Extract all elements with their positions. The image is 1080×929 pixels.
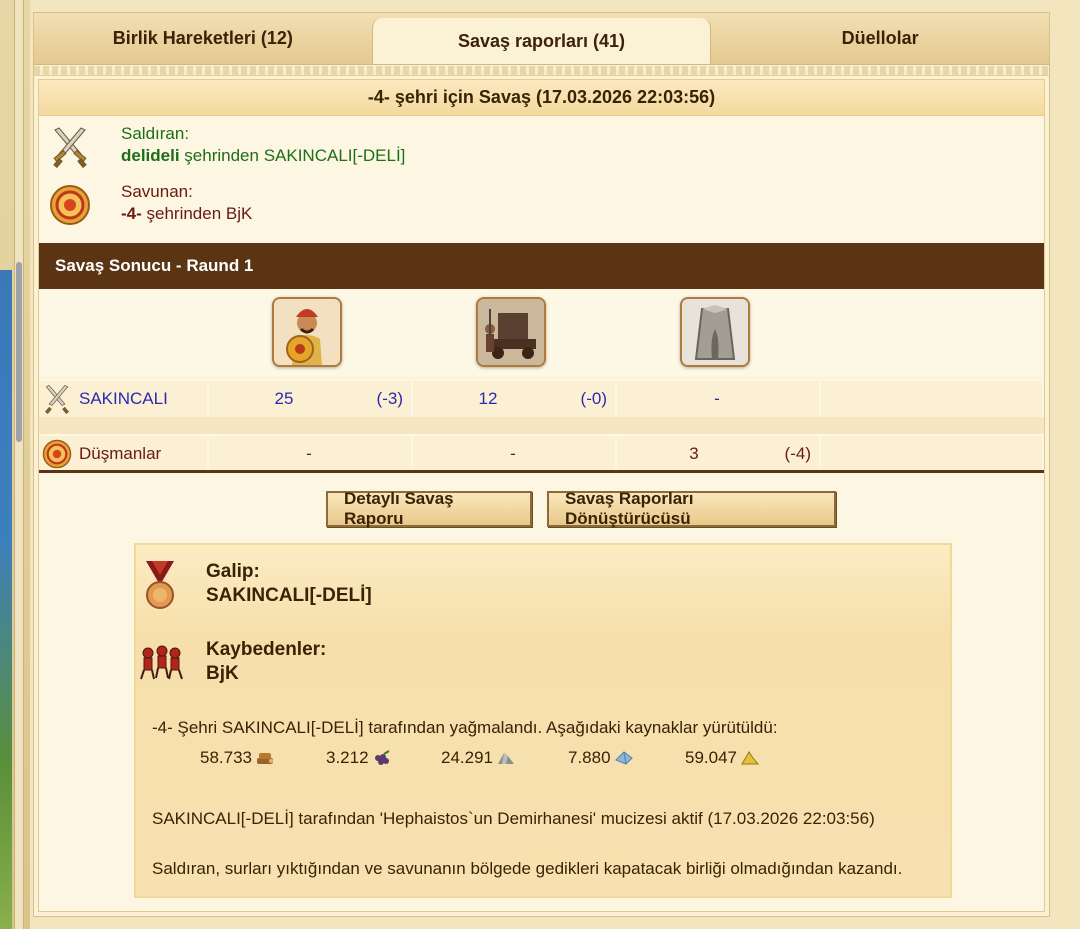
- tab-bar: Birlik Hareketleri (12) Savaş raporları …: [34, 13, 1049, 65]
- resource-value: 58.733: [200, 748, 252, 767]
- resource-marble: 24.291: [441, 748, 516, 768]
- marble-icon: [498, 753, 514, 764]
- battle-summary-box: Galip: SAKINCALI[-DELİ] Kaybedenler: BjK…: [134, 543, 952, 898]
- attacker-city-link[interactable]: delideli: [121, 146, 180, 165]
- victory-reason-text: Saldıran, surları yıktığından ve savunan…: [152, 859, 903, 878]
- enemy-name: Düşmanlar: [79, 444, 162, 463]
- crossed-swords-icon: [53, 127, 87, 168]
- empty-header-cell: [39, 289, 209, 377]
- defender-role-label: Savunan:: [121, 182, 193, 201]
- resource-wine: 3.212: [326, 748, 392, 768]
- wall-unit-icon[interactable]: [680, 297, 750, 367]
- decorative-border: [34, 66, 1049, 76]
- loser-label: Kaybedenler:: [206, 639, 327, 660]
- battle-result-header: Savaş Sonucu - Raund 1: [39, 243, 1044, 289]
- unit-count: -: [510, 444, 516, 463]
- player-unit-1-cell: 25 (-3): [209, 381, 413, 417]
- unit-column-3: [617, 289, 821, 377]
- empty-cell: [821, 381, 1044, 417]
- catapult-unit-icon[interactable]: [476, 297, 546, 367]
- resource-sulfur: 59.047: [685, 748, 760, 768]
- unit-count: 3: [689, 444, 699, 463]
- sulfur-icon: [741, 751, 760, 765]
- empty-unit-column: [821, 289, 1044, 377]
- crystal-icon: [614, 751, 633, 765]
- winner-label: Galip:: [206, 561, 260, 582]
- enemy-unit-3-cell: 3 (-4): [617, 436, 821, 472]
- scrollbar-thumb[interactable]: [16, 262, 22, 442]
- shield-icon: [50, 185, 90, 225]
- unit-column-1: [209, 289, 413, 377]
- medal-icon: [146, 561, 174, 609]
- resource-wood: 58.733: [200, 748, 275, 768]
- unit-icons-row: [39, 289, 1044, 379]
- tab-duels[interactable]: Düellolar: [711, 13, 1049, 64]
- shield-icon: [42, 439, 72, 469]
- player-unit-3-cell: -: [617, 381, 821, 417]
- unit-count: -: [306, 444, 312, 463]
- resource-crystal: 7.880: [568, 748, 634, 768]
- player-units-row: SAKINCALI 25 (-3) 12 (-0) -: [39, 381, 1044, 417]
- wood-icon: [257, 753, 273, 764]
- scrollbar-track[interactable]: [14, 0, 24, 929]
- battle-report-window: Birlik Hareketleri (12) Savaş raporları …: [33, 12, 1050, 917]
- battle-units-table: SAKINCALI 25 (-3) 12 (-0) - Düşmanlar - …: [39, 289, 1044, 472]
- row-spacer: [39, 417, 1044, 434]
- tab-battle-reports[interactable]: Savaş raporları (41): [371, 18, 712, 64]
- defender-city-link[interactable]: -4-: [121, 204, 142, 223]
- detailed-report-button[interactable]: Detaylı Savaş Raporu: [326, 489, 532, 528]
- unit-loss: (-0): [580, 389, 607, 408]
- player-label-cell: SAKINCALI: [39, 381, 209, 417]
- resource-value: 3.212: [326, 748, 369, 767]
- wonder-text: SAKINCALI[-DELİ] tarafından 'Hephaistos`…: [152, 809, 875, 828]
- map-strip: [0, 270, 12, 929]
- grapes-icon: [374, 750, 390, 765]
- table-bottom-border: [39, 470, 1044, 473]
- enemy-label-cell: Düşmanlar: [39, 436, 209, 472]
- empty-cell: [821, 436, 1044, 472]
- hoplite-unit-icon[interactable]: [272, 297, 342, 367]
- attacker-section: Saldıran: delideli şehrinden SAKINCALI[-…: [39, 118, 1044, 176]
- unit-loss: (-3): [376, 389, 403, 408]
- player-unit-2-cell: 12 (-0): [413, 381, 617, 417]
- plunder-text: -4- Şehri SAKINCALI[-DELİ] tarafından ya…: [152, 718, 778, 737]
- resource-value: 7.880: [568, 748, 611, 767]
- resource-value: 59.047: [685, 748, 737, 767]
- enemy-unit-2-cell: -: [413, 436, 617, 472]
- attacker-role-label: Saldıran:: [121, 124, 190, 143]
- unit-count: 12: [478, 389, 498, 408]
- unit-count: 25: [274, 389, 294, 408]
- defender-line-rest: şehrinden BjK: [141, 204, 253, 223]
- crossed-swords-icon: [44, 384, 70, 414]
- player-name[interactable]: SAKINCALI: [79, 389, 168, 409]
- defender-section: Savunan: -4- şehrinden BjK: [39, 176, 1044, 234]
- unit-loss: (-4): [784, 444, 811, 463]
- attacker-line: delideli şehrinden SAKINCALI[-DELİ]: [121, 146, 405, 166]
- left-edge-map: [0, 0, 30, 929]
- report-converter-button[interactable]: Savaş Raporları Dönüştürücüsü: [547, 489, 836, 528]
- unit-count: -: [714, 389, 720, 408]
- enemy-units-row: Düşmanlar - - 3 (-4): [39, 436, 1044, 472]
- enemy-unit-1-cell: -: [209, 436, 413, 472]
- report-buttons: Detaylı Savaş Raporu Savaş Raporları Dön…: [326, 489, 836, 528]
- defeated-warriors-icon: [140, 645, 183, 680]
- tab-troop-movements[interactable]: Birlik Hareketleri (12): [34, 13, 372, 64]
- report-panel: -4- şehri için Savaş (17.03.2026 22:03:5…: [38, 79, 1045, 912]
- winner-name: SAKINCALI[-DELİ]: [206, 585, 372, 606]
- unit-column-2: [413, 289, 617, 377]
- report-title: -4- şehri için Savaş (17.03.2026 22:03:5…: [39, 80, 1044, 116]
- defender-line: -4- şehrinden BjK: [121, 204, 252, 224]
- loser-name: BjK: [206, 663, 239, 684]
- resource-value: 24.291: [441, 748, 493, 767]
- attacker-line-rest: şehrinden SAKINCALI[-DELİ]: [179, 146, 406, 165]
